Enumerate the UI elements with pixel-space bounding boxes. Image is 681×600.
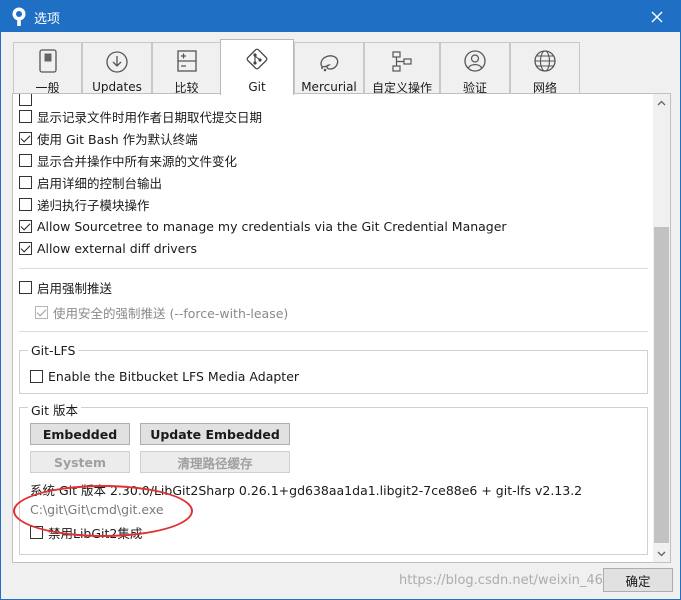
option-disable-libgit2[interactable]: 禁用LibGit2集成	[30, 523, 142, 541]
tab-git[interactable]: Git	[220, 39, 294, 95]
system-button: System	[30, 451, 130, 473]
checkbox[interactable]	[30, 369, 43, 383]
checkbox[interactable]	[19, 94, 32, 106]
checkbox	[35, 305, 48, 319]
options-dialog: 选项 一般 Updates 比较 Git Mercurial 自定义操作 验证 …	[0, 0, 681, 600]
tab-custom-actions[interactable]: 自定义操作	[364, 42, 440, 95]
separator	[19, 268, 648, 269]
user-icon	[462, 49, 488, 73]
scroll-up-button[interactable]	[653, 94, 670, 111]
diff-icon	[174, 49, 200, 73]
git-version-group: Git 版本 Embedded Update Embedded System 清…	[19, 400, 648, 555]
custom-actions-icon	[389, 49, 415, 73]
git-path: C:\git\Git\cmd\git.exe	[30, 502, 164, 517]
tab-diff[interactable]: 比较	[152, 42, 221, 95]
git-settings-panel: 显示记录文件时用作者日期取代提交日期 使用 Git Bash 作为默认终端 显示…	[12, 93, 671, 563]
vertical-scrollbar[interactable]	[653, 94, 670, 562]
checkbox[interactable]	[19, 131, 32, 145]
title-bar: 选项	[1, 1, 680, 32]
scroll-down-button[interactable]	[653, 545, 670, 562]
separator	[19, 331, 648, 332]
update-embedded-button[interactable]: Update Embedded	[140, 423, 290, 445]
clear-path-cache-button: 清理路径缓存	[140, 451, 290, 473]
switch-icon	[35, 49, 61, 73]
checkbox[interactable]	[19, 241, 32, 255]
tab-network[interactable]: 网络	[510, 42, 580, 95]
option-force-with-lease: 使用安全的强制推送 (--force-with-lease)	[35, 303, 288, 321]
option-external-diff-drivers[interactable]: Allow external diff drivers	[19, 239, 197, 257]
embedded-button[interactable]: Embedded	[30, 423, 130, 445]
git-lfs-group: Git-LFS Enable the Bitbucket LFS Media A…	[19, 343, 648, 394]
download-icon	[104, 49, 130, 74]
globe-icon	[532, 49, 558, 73]
git-lfs-title: Git-LFS	[28, 343, 79, 358]
tab-mercurial[interactable]: Mercurial	[294, 42, 364, 94]
tab-authentication[interactable]: 验证	[440, 42, 510, 95]
option-verbose-console[interactable]: 启用详细的控制台输出	[19, 173, 162, 191]
sourcetree-icon	[12, 7, 26, 26]
git-version-info: 系统 Git 版本 2.30.0/LibGit2Sharp 0.26.1+gd6…	[30, 483, 583, 498]
option-force-push[interactable]: 启用强制推送	[19, 278, 112, 296]
checkbox[interactable]	[19, 219, 32, 233]
tab-updates[interactable]: Updates	[82, 42, 152, 94]
option-merge-all-sources[interactable]: 显示合并操作中所有来源的文件变化	[19, 151, 237, 169]
option-git-bash-terminal[interactable]: 使用 Git Bash 作为默认终端	[19, 129, 198, 147]
option-credential-manager[interactable]: Allow Sourcetree to manage my credential…	[19, 217, 507, 235]
checkbox[interactable]	[19, 280, 32, 294]
git-version-title: Git 版本	[28, 400, 82, 419]
checkbox[interactable]	[30, 525, 43, 539]
checkbox[interactable]	[19, 175, 32, 189]
chevron-up-icon	[657, 100, 666, 105]
ok-button[interactable]: 确定	[603, 568, 673, 592]
settings-scroll-area: 显示记录文件时用作者日期取代提交日期 使用 Git Bash 作为默认终端 显示…	[13, 94, 653, 562]
mercurial-icon	[316, 49, 342, 74]
option-recursive-submodules[interactable]: 递归执行子模块操作	[19, 195, 150, 213]
scroll-thumb[interactable]	[654, 227, 669, 543]
close-icon	[651, 11, 663, 22]
git-icon	[244, 46, 270, 72]
checkbox[interactable]	[19, 197, 32, 211]
checkbox[interactable]	[19, 153, 32, 167]
checkbox[interactable]	[19, 109, 32, 123]
window-title: 选项	[34, 12, 61, 27]
option-lfs-media-adapter[interactable]: Enable the Bitbucket LFS Media Adapter	[30, 367, 299, 385]
tab-general[interactable]: 一般	[13, 42, 82, 95]
chevron-down-icon	[657, 551, 666, 556]
close-button[interactable]	[634, 1, 680, 32]
option-author-date[interactable]: 显示记录文件时用作者日期取代提交日期	[19, 107, 262, 125]
